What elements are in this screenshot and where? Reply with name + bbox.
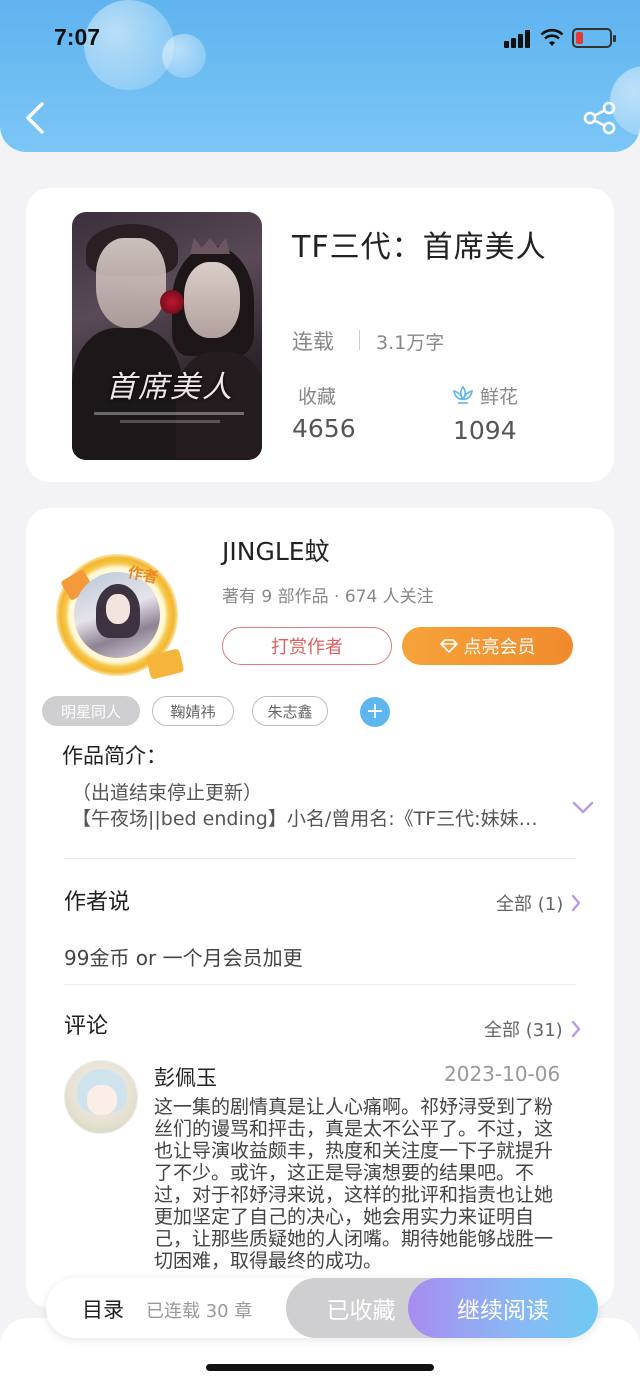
wifi-icon (540, 28, 564, 46)
book-info-card: 首席美人 TF三代：首席美人 连载 3.1万字 收藏 4656 鲜花 1094 (26, 188, 614, 482)
author-says-all-label: 全部 (1) (496, 894, 564, 915)
tag-item[interactable]: 鞠婧祎 (152, 696, 234, 726)
header: 7:07 (0, 0, 640, 152)
comment-body[interactable]: 这一集的剧情真是让人心痛啊。祁妤浔受到了粉丝们的谩骂和抨击，真是太不公平了。不过… (154, 1096, 564, 1272)
toc-button[interactable]: 目录 (82, 1294, 124, 1324)
author-says-text: 99金币 or 一个月会员加更 (64, 946, 303, 970)
vip-button[interactable]: 点亮会员 (402, 627, 573, 665)
book-status: 连载 (292, 330, 334, 354)
word-count: 3.1万字 (376, 332, 445, 354)
diamond-icon (439, 639, 458, 653)
flower-icon (453, 385, 473, 404)
commenter-name[interactable]: 彭佩玉 (154, 1062, 217, 1092)
author-name[interactable]: JINGLE蚊 (222, 532, 330, 568)
chevron-right-icon (572, 894, 581, 912)
tag-item[interactable]: 明星同人 (42, 696, 140, 726)
author-avatar[interactable]: 作者 (50, 548, 185, 680)
comments-all-label: 全部 (31) (484, 1020, 563, 1041)
signal-icon (504, 30, 532, 48)
status-time: 7:07 (54, 24, 101, 50)
commenter-avatar[interactable] (64, 1060, 138, 1134)
chapter-count: 已连载 30 章 (146, 1301, 253, 1322)
book-title: TF三代：首席美人 (292, 230, 547, 265)
reward-author-label: 打赏作者 (271, 637, 343, 658)
author-says-all-link[interactable]: 全部 (1) (496, 890, 581, 916)
intro-text: 【午夜场||bed ending】小名/曾用名:《TF三代:妹妹是女团成员》 (72, 808, 552, 830)
intro-text: （出道结束停止更新） (72, 782, 263, 804)
chevron-down-icon[interactable] (572, 800, 594, 816)
decor-bubble (162, 34, 206, 78)
share-icon[interactable] (582, 100, 618, 136)
book-cover[interactable]: 首席美人 (72, 212, 262, 460)
flowers-count: 1094 (453, 416, 517, 445)
reward-author-button[interactable]: 打赏作者 (222, 627, 392, 665)
continue-reading-button[interactable]: 继续阅读 (408, 1278, 598, 1338)
author-meta: 著有 9 部作品 · 674 人关注 (222, 587, 434, 607)
cover-title: 首席美人 (106, 370, 234, 405)
add-tag-button[interactable]: + (360, 697, 390, 727)
saved-label: 已收藏 (326, 1298, 396, 1324)
comment-date: 2023-10-06 (444, 1062, 561, 1086)
chevron-right-icon (571, 1020, 580, 1038)
back-button[interactable] (18, 96, 54, 140)
vip-label: 点亮会员 (463, 637, 536, 658)
home-indicator[interactable] (206, 1364, 434, 1371)
divider (359, 330, 360, 350)
battery-icon (572, 28, 616, 48)
detail-card: 作者 JINGLE蚊 著有 9 部作品 · 674 人关注 打赏作者 点亮会员 … (26, 508, 614, 1308)
intro-title: 作品简介： (62, 744, 167, 768)
divider (64, 984, 576, 985)
favorites-label: 收藏 (298, 386, 337, 408)
comments-all-link[interactable]: 全部 (31) (484, 1016, 581, 1042)
tag-item[interactable]: 朱志鑫 (252, 696, 328, 726)
flowers-label: 鲜花 (480, 386, 519, 408)
continue-reading-label: 继续阅读 (457, 1298, 549, 1324)
favorites-count: 4656 (292, 414, 356, 443)
bottom-action-bar: 目录 已连载 30 章 已收藏 继续阅读 (46, 1278, 598, 1338)
author-says-title: 作者说 (64, 890, 131, 915)
divider (64, 858, 576, 859)
comments-title: 评论 (64, 1014, 109, 1039)
